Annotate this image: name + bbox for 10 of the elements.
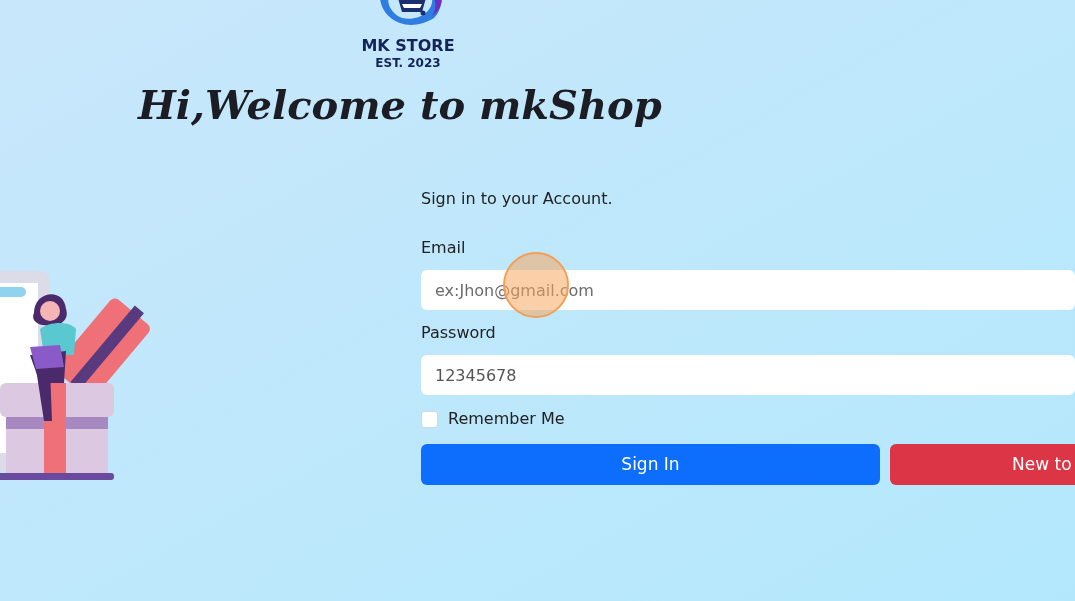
field-label: Password — [421, 322, 497, 344]
remember-label: Remember Me — [448, 408, 565, 430]
form-subtitle: Sign in to your Account. — [421, 188, 614, 210]
welcome-heading: Hi,Welcome to mkShop — [138, 80, 662, 130]
sign-in-button[interactable]: Sign In — [421, 444, 880, 485]
register-button[interactable]: New to — [890, 444, 1075, 485]
field-label: Email — [421, 237, 467, 259]
logo-tagline: EST. 2023 — [375, 56, 441, 71]
logo-name: MK STORE — [361, 36, 455, 56]
input-field[interactable]: 12345678 — [421, 355, 1075, 395]
